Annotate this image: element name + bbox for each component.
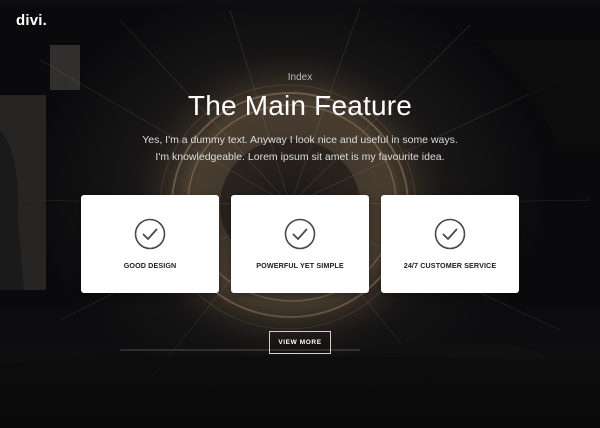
hero-subtitle: Yes, I'm a dummy text. Anyway I look nic… bbox=[0, 132, 600, 166]
hero-title: The Main Feature bbox=[187, 90, 413, 121]
check-circle-icon bbox=[284, 218, 316, 250]
view-more-button[interactable]: VIEW MORE bbox=[269, 331, 331, 354]
feature-card-customer-service[interactable]: 24/7 CUSTOMER SERVICE bbox=[381, 195, 519, 293]
feature-card-good-design[interactable]: GOOD DESIGN bbox=[81, 195, 219, 293]
feature-card-label: 24/7 CUSTOMER SERVICE bbox=[403, 261, 497, 270]
section-eyebrow: Index bbox=[287, 72, 313, 83]
hero-subtitle-line-2: I'm knowledgeable. Lorem ipsum sit amet … bbox=[155, 151, 445, 163]
check-circle-icon bbox=[434, 218, 466, 250]
brand-logo[interactable]: divi. bbox=[16, 12, 47, 29]
hero-section: divi. Index The Main Feature Yes, I'm a … bbox=[0, 0, 600, 428]
feature-card-label: GOOD DESIGN bbox=[123, 261, 177, 270]
feature-card-label: POWERFUL YET SIMPLE bbox=[256, 261, 344, 270]
feature-card-powerful-yet-simple[interactable]: POWERFUL YET SIMPLE bbox=[231, 195, 369, 293]
check-circle-icon bbox=[134, 218, 166, 250]
hero-subtitle-line-1: Yes, I'm a dummy text. Anyway I look nic… bbox=[142, 134, 458, 146]
